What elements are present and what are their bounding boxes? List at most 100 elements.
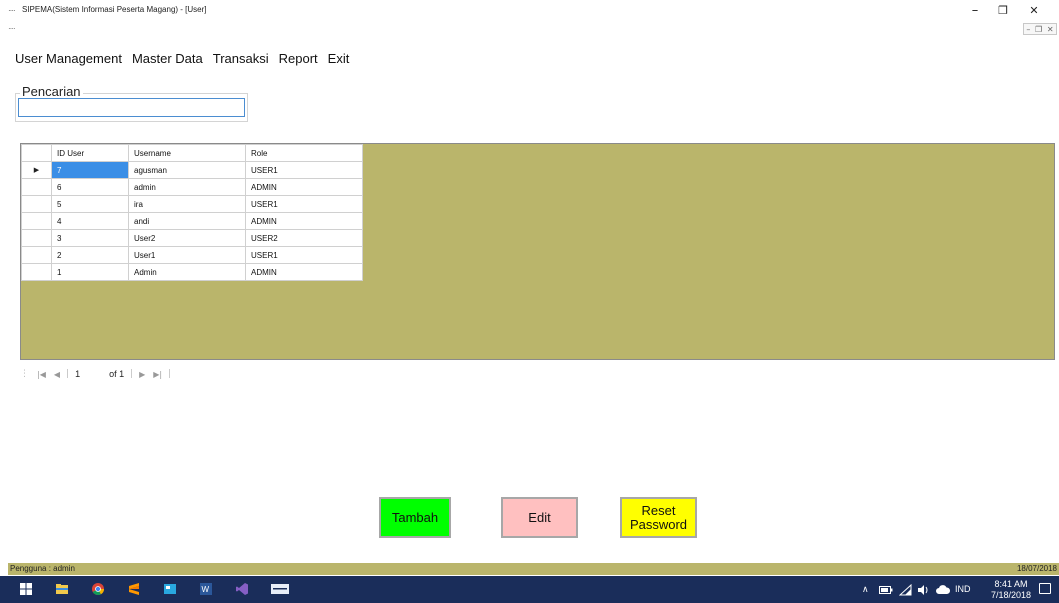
cell-username[interactable]: andi	[128, 212, 246, 230]
page-count-label: of 1	[109, 369, 125, 379]
table-row[interactable]: 6 admin ADMIN	[21, 178, 363, 196]
menu-report[interactable]: Report	[274, 49, 323, 69]
column-header-username[interactable]: Username	[128, 144, 246, 162]
reset-password-label-line2: Password	[629, 516, 688, 532]
cell-role[interactable]: USER1	[245, 246, 363, 264]
cell-id-user[interactable]: 5	[51, 195, 129, 213]
row-header[interactable]	[21, 178, 52, 196]
windows-start-icon[interactable]	[19, 582, 33, 596]
cell-role[interactable]: ADMIN	[245, 263, 363, 281]
chevron-up-icon[interactable]: ∧	[862, 576, 869, 603]
table-row[interactable]: ▶ 7 agusman USER1	[21, 161, 363, 179]
app-icon[interactable]	[163, 582, 177, 596]
mdi-child-controls: – ❐ ✕	[1023, 23, 1057, 35]
volume-icon[interactable]	[917, 584, 930, 596]
cell-role[interactable]: USER2	[245, 229, 363, 247]
column-header-id-user[interactable]: ID User	[51, 144, 129, 162]
position-field[interactable]: 1	[71, 367, 109, 381]
cell-role[interactable]: USER1	[245, 195, 363, 213]
table-row[interactable]: 2 User1 USER1	[21, 246, 363, 264]
cell-username[interactable]: admin	[128, 178, 246, 196]
table-row[interactable]: 1 Admin ADMIN	[21, 263, 363, 281]
tambah-button[interactable]: Tambah	[379, 497, 451, 538]
svg-text:W: W	[202, 585, 210, 594]
move-first-icon[interactable]: |◀	[37, 370, 46, 379]
row-header[interactable]	[21, 246, 52, 264]
separator: |	[66, 369, 70, 379]
sipema-app-icon[interactable]	[271, 582, 289, 596]
cell-username[interactable]: User1	[128, 246, 246, 264]
chrome-icon[interactable]	[91, 582, 105, 596]
wifi-icon[interactable]	[899, 584, 912, 596]
cloud-icon[interactable]	[936, 584, 950, 595]
mdi-close-button[interactable]: ✕	[1047, 25, 1054, 34]
sublime-icon[interactable]	[127, 582, 141, 596]
cell-username[interactable]: agusman	[128, 161, 246, 179]
clock[interactable]: 8:41 AM 7/18/2018	[991, 579, 1031, 601]
status-date: 18/07/2018	[1016, 564, 1057, 573]
edit-button[interactable]: Edit	[501, 497, 578, 538]
grip-icon: ⋮	[20, 369, 29, 379]
row-header[interactable]	[21, 229, 52, 247]
file-explorer-icon[interactable]	[55, 582, 69, 596]
minimize-button[interactable]: –	[962, 2, 988, 20]
mdi-minimize-button[interactable]: –	[1026, 25, 1030, 34]
cell-id-user[interactable]: 3	[51, 229, 129, 247]
row-header[interactable]	[21, 263, 52, 281]
separator: |	[168, 369, 172, 379]
move-next-icon[interactable]: ▶	[139, 370, 145, 379]
cell-role[interactable]: USER1	[245, 161, 363, 179]
search-group-label: Pencarian	[20, 84, 83, 99]
visual-studio-icon[interactable]	[235, 582, 249, 596]
row-header[interactable]	[21, 212, 52, 230]
notification-icon[interactable]	[1039, 583, 1051, 594]
column-header-role[interactable]: Role	[245, 144, 363, 162]
cell-username[interactable]: ira	[128, 195, 246, 213]
mdi-restore-button[interactable]: ❐	[1035, 25, 1042, 34]
search-input[interactable]	[18, 98, 245, 117]
row-header-corner	[21, 144, 52, 162]
menu-user-management[interactable]: User Management	[10, 49, 127, 69]
row-header[interactable]	[21, 195, 52, 213]
current-row-indicator-icon: ▶	[21, 161, 52, 179]
status-bar: Pengguna : admin 18/07/2018	[8, 563, 1059, 575]
clock-date: 7/18/2018	[990, 590, 1031, 600]
battery-icon[interactable]	[879, 585, 893, 595]
user-grid[interactable]: ID User Username Role ▶ 7 agusman USER1 …	[20, 143, 1055, 360]
table-row[interactable]: 3 User2 USER2	[21, 229, 363, 247]
status-user: Pengguna : admin	[10, 564, 75, 573]
binding-navigator: ⋮ |◀ ◀ | 1 of 1 | ▶ ▶| |	[20, 366, 173, 382]
menu-master-data[interactable]: Master Data	[127, 49, 208, 69]
close-button[interactable]: ✕	[1021, 2, 1047, 20]
word-icon[interactable]: W	[199, 582, 213, 596]
table-row[interactable]: 5 ira USER1	[21, 195, 363, 213]
separator: |	[130, 369, 134, 379]
maximize-button[interactable]: ❐	[990, 2, 1016, 20]
move-last-icon[interactable]: ▶|	[153, 370, 162, 379]
cell-id-user[interactable]: 1	[51, 263, 129, 281]
cell-role[interactable]: ADMIN	[245, 212, 363, 230]
cell-id-user[interactable]: 7	[51, 161, 129, 179]
reset-password-label-line1: Reset	[641, 502, 676, 518]
cell-role[interactable]: ADMIN	[245, 178, 363, 196]
language-indicator[interactable]: IND	[955, 576, 971, 603]
menu-exit[interactable]: Exit	[323, 49, 355, 69]
menu-bar: User Management Master Data Transaksi Re…	[10, 49, 354, 69]
cell-id-user[interactable]: 6	[51, 178, 129, 196]
app-icon: ····	[8, 6, 16, 15]
menu-transaksi[interactable]: Transaksi	[208, 49, 274, 69]
reset-password-button[interactable]: Reset Password	[620, 497, 697, 538]
cell-id-user[interactable]: 2	[51, 246, 129, 264]
move-previous-icon[interactable]: ◀	[54, 370, 60, 379]
cell-username[interactable]: User2	[128, 229, 246, 247]
clock-time: 8:41 AM	[994, 579, 1028, 589]
reset-password-label: Reset Password	[629, 502, 688, 532]
cell-username[interactable]: Admin	[128, 263, 246, 281]
table-row[interactable]: 4 andi ADMIN	[21, 212, 363, 230]
screen: ···· SIPEMA(Sistem Informasi Peserta Mag…	[0, 0, 1059, 603]
taskbar: W ∧ IND 8:41 AM 7/18/2018	[0, 576, 1059, 603]
grid-header-row: ID User Username Role	[21, 144, 363, 162]
mdi-child-icon: ····	[8, 24, 16, 33]
title-bar: ···· SIPEMA(Sistem Informasi Peserta Mag…	[0, 0, 1059, 22]
cell-id-user[interactable]: 4	[51, 212, 129, 230]
